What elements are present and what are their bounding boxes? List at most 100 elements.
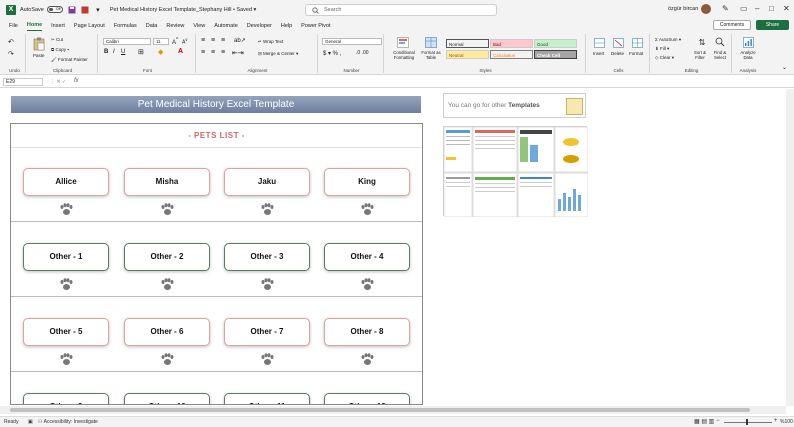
find-select-icon[interactable] bbox=[714, 36, 726, 48]
pet-button[interactable]: Other - 9 bbox=[23, 393, 109, 404]
delete-button[interactable]: Delete bbox=[611, 51, 624, 56]
sort-filter-icon[interactable]: ⇅ bbox=[696, 36, 708, 48]
pen-icon[interactable]: ✎ bbox=[722, 4, 729, 13]
share-button[interactable]: Share bbox=[756, 20, 789, 30]
tab-home[interactable]: Home bbox=[26, 20, 43, 31]
accessibility-status[interactable]: ⚇ Accessibility: Investigate bbox=[38, 419, 98, 425]
zoom-slider-thumb[interactable] bbox=[746, 419, 748, 425]
tab-file[interactable]: File bbox=[9, 21, 18, 31]
fill-color-icon[interactable]: ◆ bbox=[158, 48, 163, 56]
tab-review[interactable]: Review bbox=[166, 21, 184, 31]
conditional-formatting-button[interactable]: Conditional Formatting bbox=[389, 50, 419, 60]
zoom-out-button[interactable]: − bbox=[716, 418, 720, 424]
align-middle-icon[interactable]: ≡ bbox=[211, 37, 215, 44]
format-painter-button[interactable]: 🖌 Format Painter bbox=[51, 57, 88, 63]
decrease-font-icon[interactable]: Av bbox=[182, 37, 187, 46]
pet-button[interactable]: Other - 6 bbox=[124, 318, 210, 346]
delete-cells-icon[interactable] bbox=[612, 37, 624, 49]
format-as-table-button[interactable]: Format as Table bbox=[419, 50, 443, 60]
analyze-data-button[interactable]: Analyze Data bbox=[736, 50, 760, 60]
tab-insert[interactable]: Insert bbox=[51, 21, 65, 31]
pet-button[interactable]: King bbox=[324, 168, 410, 196]
format-table-icon[interactable] bbox=[424, 36, 438, 48]
conditional-formatting-icon[interactable] bbox=[396, 36, 410, 48]
pet-button[interactable]: Other - 4 bbox=[324, 243, 410, 271]
pet-button[interactable]: Other - 3 bbox=[224, 243, 310, 271]
avatar[interactable] bbox=[701, 4, 711, 14]
name-box[interactable]: E29 bbox=[3, 78, 43, 86]
sort-filter-button[interactable]: Sort & Filter bbox=[692, 50, 708, 60]
ribbon-display-icon[interactable]: ▭ bbox=[740, 4, 748, 13]
tab-page-layout[interactable]: Page Layout bbox=[74, 21, 105, 31]
decimal-icon[interactable]: .0 .00 bbox=[356, 50, 369, 56]
tab-data[interactable]: Data bbox=[146, 21, 158, 31]
customize-toolbar-icon[interactable]: ▾ bbox=[94, 6, 102, 14]
pet-button[interactable]: Other - 1 bbox=[23, 243, 109, 271]
analyze-data-icon[interactable] bbox=[742, 36, 754, 48]
view-buttons[interactable]: ▦ ▤ ▥ bbox=[694, 418, 714, 425]
number-format-select[interactable]: General bbox=[322, 38, 382, 45]
borders-icon[interactable]: ⊞ bbox=[138, 48, 144, 56]
pet-button[interactable]: Misha bbox=[124, 168, 210, 196]
autosum-button[interactable]: Σ AutoSum ▾ bbox=[655, 37, 681, 43]
save-icon[interactable] bbox=[68, 6, 76, 14]
template-thumbnails[interactable] bbox=[443, 126, 589, 218]
pet-button[interactable]: Other - 2 bbox=[124, 243, 210, 271]
find-select-button[interactable]: Find & Select bbox=[710, 50, 730, 60]
comments-button[interactable]: Comments bbox=[713, 20, 751, 30]
increase-font-icon[interactable]: A^ bbox=[172, 37, 178, 46]
bold-button[interactable]: B bbox=[104, 49, 108, 55]
font-color-icon[interactable]: A bbox=[178, 48, 183, 55]
tab-power-pivot[interactable]: Power Pivot bbox=[301, 21, 330, 31]
align-center-icon[interactable]: ≡ bbox=[211, 49, 215, 56]
style-calculation[interactable]: Calculation bbox=[490, 50, 533, 59]
style-neutral[interactable]: Neutral bbox=[446, 50, 489, 59]
tab-developer[interactable]: Developer bbox=[247, 21, 272, 31]
italic-button[interactable]: I bbox=[113, 49, 115, 55]
tab-help[interactable]: Help bbox=[281, 21, 292, 31]
tab-automate[interactable]: Automate bbox=[214, 21, 238, 31]
minimize-icon[interactable]: – bbox=[755, 4, 759, 13]
style-good[interactable]: Good bbox=[534, 39, 577, 48]
autosave-toggle[interactable]: Off bbox=[46, 6, 63, 13]
align-right-icon[interactable]: ≡ bbox=[221, 49, 225, 56]
pet-button[interactable]: Other - 7 bbox=[224, 318, 310, 346]
zoom-slider[interactable] bbox=[724, 422, 772, 423]
align-left-icon[interactable]: ≡ bbox=[201, 49, 205, 56]
style-check-cell[interactable]: Check Cell bbox=[534, 50, 577, 59]
templates-ad[interactable]: You can go for other Templates bbox=[443, 93, 586, 118]
format-button[interactable]: Format bbox=[629, 51, 643, 56]
horizontal-scrollbar[interactable] bbox=[0, 406, 786, 414]
pet-button[interactable]: Other - 11 bbox=[224, 393, 310, 404]
align-top-icon[interactable]: ≡ bbox=[201, 37, 205, 44]
pet-button[interactable]: Other - 8 bbox=[324, 318, 410, 346]
zoom-in-button[interactable]: + bbox=[774, 418, 778, 424]
font-name-select[interactable]: Calibri bbox=[103, 38, 151, 45]
pet-button[interactable]: Other - 12 bbox=[324, 393, 410, 404]
paste-button[interactable]: Paste bbox=[33, 53, 45, 58]
fx-icon[interactable]: fx bbox=[74, 78, 79, 84]
paste-icon[interactable] bbox=[32, 36, 46, 52]
fill-button[interactable]: ⬇ Fill ▾ bbox=[655, 46, 669, 52]
undo-icon[interactable]: ↶ bbox=[8, 38, 14, 46]
accounting-icon[interactable]: $ ▾ % , bbox=[323, 50, 341, 57]
pet-button[interactable]: Other - 5 bbox=[23, 318, 109, 346]
cut-button[interactable]: ✂ Cut bbox=[51, 37, 63, 43]
user-name[interactable]: özgür bircan bbox=[668, 6, 698, 12]
macro-icon[interactable]: ▣ bbox=[28, 419, 33, 425]
align-bottom-icon[interactable]: ≡ bbox=[221, 37, 225, 44]
formula-input[interactable] bbox=[86, 78, 786, 86]
toolbar-app-icon[interactable] bbox=[81, 6, 89, 14]
redo-icon[interactable]: ↷ bbox=[8, 50, 14, 58]
pet-button[interactable]: Jaku bbox=[224, 168, 310, 196]
style-bad[interactable]: Bad bbox=[490, 39, 533, 48]
wrap-text-button[interactable]: ↵ Wrap Text bbox=[258, 39, 283, 45]
tab-formulas[interactable]: Formulas bbox=[114, 21, 137, 31]
merge-center-button[interactable]: ⊟ Merge & Center ▾ bbox=[258, 51, 298, 57]
insert-button[interactable]: Insert bbox=[593, 51, 604, 56]
clear-button[interactable]: ◇ Clear ▾ bbox=[655, 55, 674, 61]
copy-button[interactable]: ⧉ Copy ▾ bbox=[51, 47, 69, 52]
underline-button[interactable]: U bbox=[121, 49, 125, 55]
close-icon[interactable]: ✕ bbox=[783, 4, 790, 13]
maximize-icon[interactable]: □ bbox=[769, 4, 774, 13]
